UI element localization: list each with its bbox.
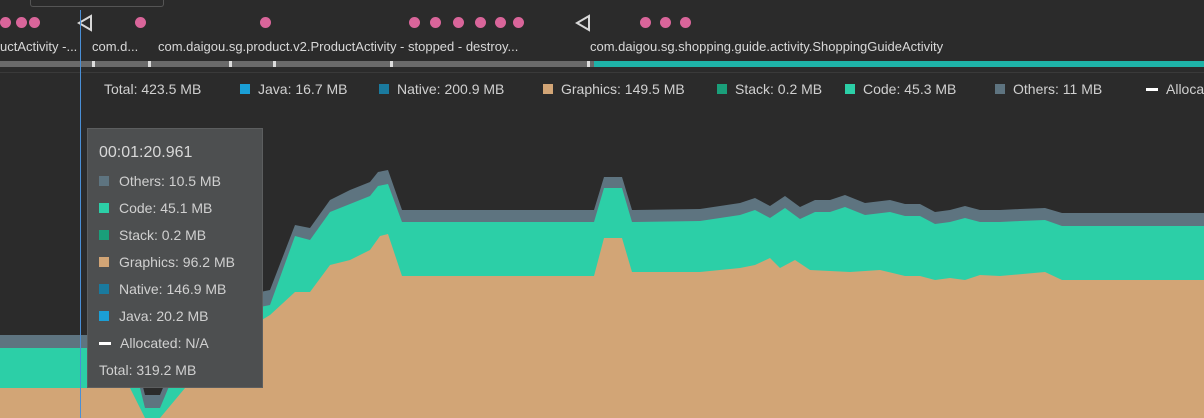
tooltip-row-stack: Stack: 0.2 MB [99,227,206,243]
tooltip-row-label: Java: 20.2 MB [119,308,209,324]
legend-graphics[interactable]: Graphics: 149.5 MB [543,81,685,97]
time-cursor[interactable] [80,10,81,418]
tooltip-row-java: Java: 20.2 MB [99,308,209,324]
legend-others[interactable]: Others: 11 MB [995,81,1102,97]
legend-label: Native: 200.9 MB [397,81,505,97]
legend-label: Others: 11 MB [1013,81,1103,97]
legend-total: Total: 423.5 MB [104,81,201,97]
memory-tooltip: 00:01:20.961 Others: 10.5 MB Code: 45.1 … [87,128,263,388]
legend-label: Graphics: 149.5 MB [561,81,685,97]
legend-label: Total: 423.5 MB [104,81,202,97]
legend-code[interactable]: Code: 45.3 MB [845,81,956,97]
tooltip-row-allocated: Allocated: N/A [99,335,209,351]
code-swatch-icon [99,203,109,213]
tooltip-row-graphics: Graphics: 96.2 MB [99,254,235,270]
legend-native[interactable]: Native: 200.9 MB [379,81,504,97]
legend-stack[interactable]: Stack: 0.2 MB [717,81,822,97]
others-swatch-icon [995,84,1005,94]
tooltip-row-label: Others: 10.5 MB [119,173,221,189]
allocated-dash-icon [99,341,111,345]
legend-label: Stack: 0.2 MB [735,81,823,97]
native-swatch-icon [99,284,109,294]
others-swatch-icon [99,176,109,186]
tooltip-row-label: Native: 146.9 MB [119,281,227,297]
legend-label: Java: 16.7 MB [258,81,348,97]
tooltip-row-label: Code: 45.1 MB [119,200,213,216]
allocated-dash-icon [1146,87,1158,91]
graphics-swatch-icon [543,84,553,94]
tooltip-row-code: Code: 45.1 MB [99,200,212,216]
tooltip-row-label: Allocated: N/A [120,335,209,351]
tooltip-row-others: Others: 10.5 MB [99,173,221,189]
tooltip-time: 00:01:20.961 [99,144,193,161]
chart-legend: Total: 423.5 MB Java: 16.7 MB Native: 20… [0,73,1204,105]
stack-swatch-icon [717,84,727,94]
tooltip-row-total: Total: 319.2 MB [99,362,196,378]
java-swatch-icon [240,84,250,94]
tooltip-row-label: Graphics: 96.2 MB [119,254,235,270]
legend-label: Code: 45.3 MB [863,81,957,97]
stack-swatch-icon [99,230,109,240]
legend-label: Alloca [1166,81,1204,97]
tooltip-row-label: Stack: 0.2 MB [119,227,207,243]
java-swatch-icon [99,311,109,321]
code-swatch-icon [845,84,855,94]
legend-allocated[interactable]: Alloca [1146,81,1204,97]
tooltip-row-native: Native: 146.9 MB [99,281,226,297]
graphics-swatch-icon [99,257,109,267]
native-swatch-icon [379,84,389,94]
tooltip-row-label: Total: 319.2 MB [99,362,197,378]
legend-java[interactable]: Java: 16.7 MB [240,81,348,97]
